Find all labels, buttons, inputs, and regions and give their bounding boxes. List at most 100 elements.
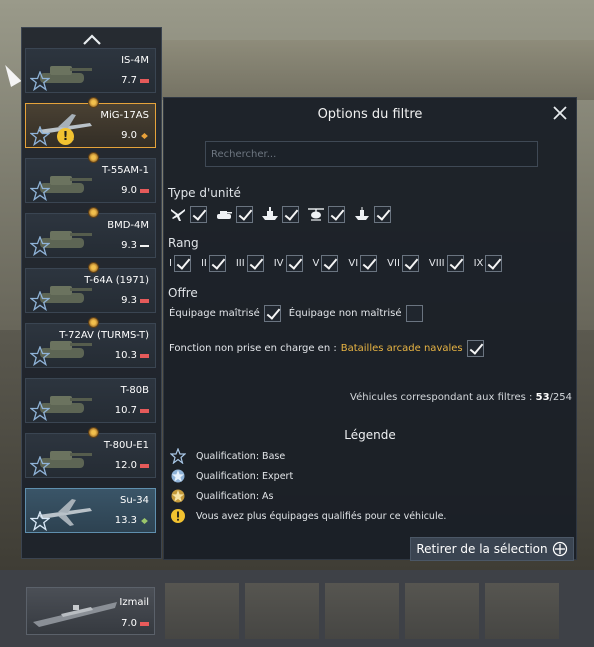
legend-title: Légende — [344, 428, 396, 442]
vehicle-card[interactable]: IS-4M 7.7 — [25, 48, 156, 93]
rank-label: IX — [473, 258, 484, 269]
legend-item-warning: Vous avez plus équipages qualifiés pour … — [170, 508, 446, 524]
expert-qualification-icon — [171, 469, 185, 483]
qualification-badge-icon — [30, 181, 50, 201]
vehicle-card[interactable]: T-72AV (TURMS-T) 10.3 — [25, 317, 156, 368]
vehicle-card[interactable]: T-64A (1971) 9.3 — [25, 262, 156, 313]
remove-from-selection-button[interactable]: Retirer de la sélection — [410, 537, 574, 561]
vehicle-card[interactable]: BMD-4M 9.3 — [25, 207, 156, 258]
vehicle-br: 13.3 — [115, 515, 149, 526]
ship-thumbnail-icon — [31, 596, 119, 630]
vehicle-name: T-64A (1971) — [84, 275, 149, 286]
unsupported-row: Fonction non prise en charge en : Batail… — [169, 340, 484, 357]
rank-checkbox[interactable] — [173, 255, 191, 272]
legend-item-expert: Qualification: Expert — [170, 468, 293, 484]
rank-checkbox[interactable] — [285, 255, 303, 272]
vehicle-name: MiG-17AS — [100, 110, 149, 121]
warning-icon: ! — [57, 128, 74, 145]
unit-type-heading: Type d'unité — [168, 186, 241, 200]
match-count: Véhicules correspondant aux filtres : 53… — [350, 392, 572, 403]
rank-checkbox[interactable] — [321, 255, 339, 272]
vehicle-name: Izmail — [119, 597, 149, 608]
rank-label: VIII — [428, 258, 445, 269]
search-input[interactable] — [205, 141, 538, 167]
unsupported-label: Fonction non prise en charge en : — [169, 343, 337, 354]
air-mode-icon — [141, 517, 148, 524]
rank-checkbox[interactable] — [485, 255, 503, 272]
crew-mastered-checkbox[interactable] — [263, 305, 281, 322]
vehicle-card[interactable]: T-80U-E1 12.0 — [25, 427, 156, 478]
unit-ship-checkbox[interactable] — [282, 205, 299, 223]
scroll-up-chevron-icon[interactable] — [80, 32, 104, 48]
unit-helicopter-checkbox[interactable] — [328, 205, 345, 223]
modification-dot-icon — [88, 207, 99, 218]
ground-mode-icon — [140, 298, 149, 303]
tank-icon — [215, 205, 233, 223]
vehicle-card-izmail[interactable]: Izmail 7.0 — [26, 587, 155, 635]
vehicle-card[interactable]: T-80B 10.7 — [25, 378, 156, 423]
rank-label: II — [200, 258, 207, 269]
ground-mode-icon — [140, 463, 149, 468]
vehicle-card[interactable]: Su-34 13.3 — [25, 488, 156, 533]
modification-dot-icon — [88, 262, 99, 273]
rank-checkbox[interactable] — [446, 255, 464, 272]
helicopter-icon — [307, 205, 325, 223]
rank-label: III — [235, 258, 245, 269]
rank-heading: Rang — [168, 236, 199, 250]
rank-row: I II III IV V VI VII VIII IX — [169, 255, 503, 272]
rank-label: VII — [387, 258, 400, 269]
vehicle-name: T-80U-E1 — [103, 440, 149, 451]
vehicle-br: 9.3 — [121, 240, 149, 251]
boat-icon — [353, 205, 371, 223]
ground-mode-icon — [140, 408, 149, 413]
vehicle-br: 7.0 — [121, 618, 149, 629]
unsupported-checkbox[interactable] — [466, 340, 484, 357]
vehicle-card[interactable]: T-55AM-1 9.0 — [25, 152, 156, 203]
rank-label: IV — [273, 258, 284, 269]
vehicle-br: 9.3 — [121, 295, 149, 306]
unit-boat-checkbox[interactable] — [374, 205, 391, 223]
ground-mode-icon — [140, 188, 149, 193]
move-crosshair-icon — [552, 541, 567, 557]
unsupported-mode: Batailles arcade navales — [340, 343, 463, 354]
unit-plane-checkbox[interactable] — [190, 205, 207, 223]
qualification-badge-icon — [30, 236, 50, 256]
offer-row: Équipage maîtrisé Équipage non maîtrisé — [169, 305, 423, 322]
rank-checkbox[interactable] — [208, 255, 226, 272]
rank-label: I — [169, 258, 172, 269]
heli-mode-icon — [140, 244, 149, 247]
close-icon[interactable] — [550, 103, 570, 123]
ground-mode-icon — [140, 353, 149, 358]
qualification-badge-icon — [30, 456, 50, 476]
qualification-badge-icon — [30, 71, 50, 91]
vehicle-br: 10.3 — [115, 350, 149, 361]
legend-item-basic: Qualification: Base — [170, 448, 285, 464]
rank-label: V — [312, 258, 320, 269]
unit-tank-checkbox[interactable] — [236, 205, 253, 223]
modification-dot-icon — [88, 427, 99, 438]
modification-dot-icon — [88, 152, 99, 163]
crew-not-mastered-checkbox[interactable] — [405, 305, 423, 322]
vehicle-br: 7.7 — [121, 75, 149, 86]
vehicle-list-panel[interactable]: IS-4M 7.7! MiG-17AS 9.0 T-55AM-1 9.0 BMD-4M 9.3… — [21, 27, 162, 559]
crew-not-mastered-label: Équipage non maîtrisé — [288, 308, 402, 319]
qualification-badge-icon — [30, 126, 50, 146]
vehicle-card[interactable]: ! MiG-17AS 9.0 — [25, 97, 156, 148]
vehicle-br: 9.0 — [121, 130, 149, 141]
legend-item-ace: Qualification: As — [170, 488, 274, 504]
modification-dot-icon — [88, 317, 99, 328]
dialog-title: Options du filtre — [317, 107, 423, 122]
qualification-badge-icon — [30, 346, 50, 366]
ground-mode-icon — [140, 78, 149, 83]
rank-checkbox[interactable] — [401, 255, 419, 272]
filter-options-dialog: Options du filtre Type d'unité Rang IIII… — [163, 97, 577, 561]
rank-checkbox[interactable] — [246, 255, 264, 272]
crew-mastered-label: Équipage maîtrisé — [169, 308, 260, 319]
qualification-badge-icon — [30, 511, 50, 531]
qualification-badge-icon — [30, 291, 50, 311]
qualification-badge-icon — [30, 401, 50, 421]
rank-checkbox[interactable] — [360, 255, 378, 272]
air-mode-icon — [141, 132, 148, 139]
vehicle-br: 10.7 — [115, 405, 149, 416]
offer-heading: Offre — [168, 286, 198, 300]
